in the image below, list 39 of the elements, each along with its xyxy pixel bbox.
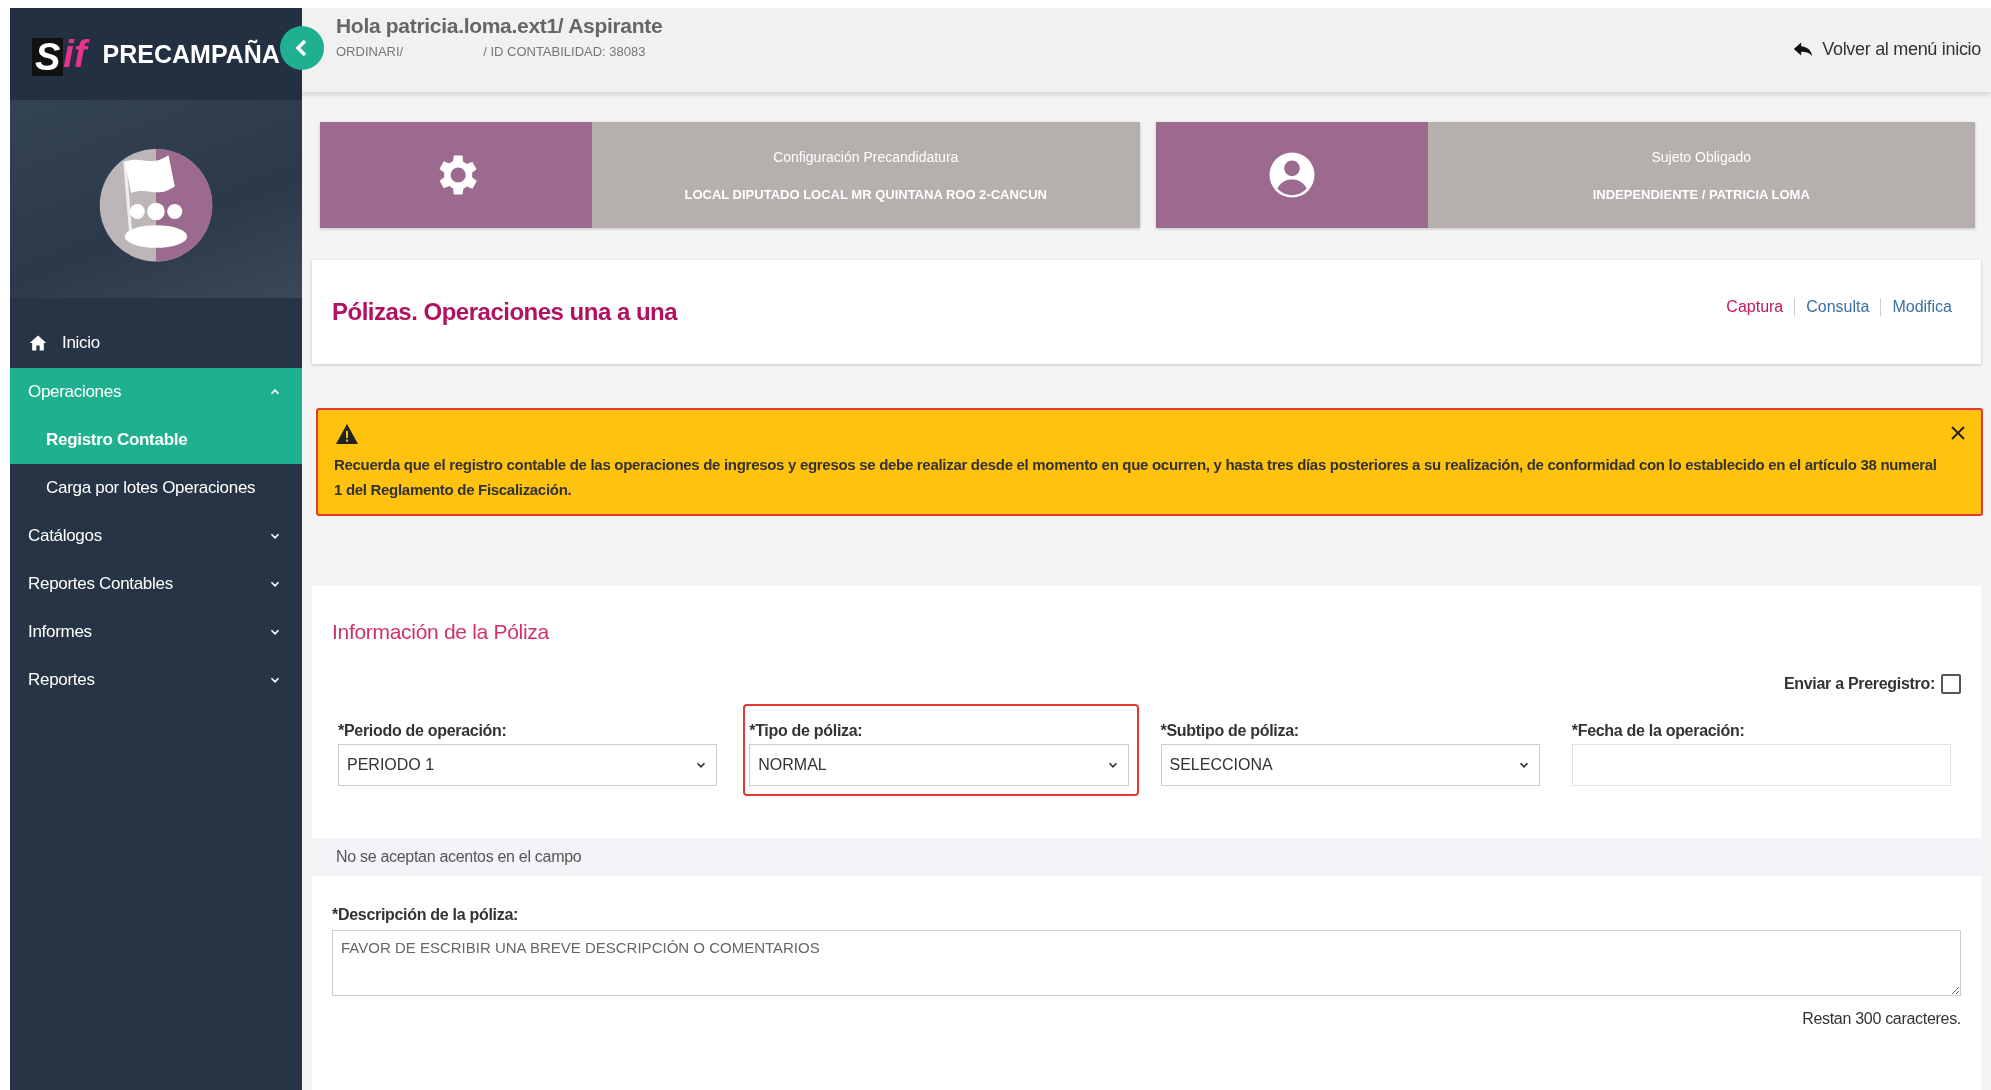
tab-link[interactable]: Captura [1715,298,1795,316]
select-field[interactable]: SELECCIONA [1160,744,1540,786]
nav-subitem[interactable]: Carga por lotes Operaciones [10,464,302,512]
nav-item[interactable]: Reportes [10,656,302,704]
field-label: *Tipo de póliza: [749,722,864,740]
home-icon [28,333,48,353]
nav-item[interactable]: Informes [10,608,302,656]
warning-icon [334,422,360,446]
back-link[interactable]: Volver al menú inicio [1792,38,1981,60]
collapse-button[interactable] [280,26,324,70]
field-label: *Descripción de la póliza: [332,906,520,924]
nav-item[interactable]: Reportes Contables [10,560,302,608]
card-value: LOCAL DIPUTADO LOCAL MR QUINTANA ROO 2-CANCUN [684,186,1047,202]
card-title: Configuración Precandidatura [773,148,959,165]
account-id-text: / ID CONTABILIDAD: 38083 [483,44,646,59]
card-value: INDEPENDIENTE / PATRICIA LOMA [1592,186,1810,202]
tab-link[interactable]: Consulta [1794,298,1881,316]
field-label: *Periodo de operación: [338,722,508,740]
account-type-text: ORDINARI/ [336,44,404,59]
select-field[interactable]: PERIODO 1 [338,744,718,786]
close-icon [1949,424,1967,442]
character-counter: Restan 300 caracteres. [1801,1010,1961,1028]
field-label: *Subtipo de póliza: [1160,722,1300,740]
alert-message: Recuerda que el registro contable de las operaciones de ingresos y egresos se debe realizar desde el momento en que ocurren, y hasta tres días posteriores a su realización, de conformidad con lo establecido en el artículo 38 numeral 1 del Reglamento de Fiscalización. [334,455,1938,500]
section-title: Información de la Póliza [332,620,550,644]
preregistro-checkbox[interactable] [1941,674,1961,694]
nav-item[interactable]: Inicio [10,318,302,368]
checkbox-label: Enviar a Preregistro: [1783,675,1935,693]
description-field[interactable]: FAVOR DE ESCRIBIR UNA BREVE DESCRIPCIÓN O COMENTARIOS [332,930,1961,996]
brand-title: PRECAMPAÑA [102,39,280,69]
nav-item[interactable]: Catálogos [10,512,302,560]
greeting-text: Hola patricia.loma.ext1/ Aspirante [336,14,663,38]
field-label: *Fecha de la operación: [1571,722,1746,740]
page-title: Pólizas. Operaciones una a una [332,298,678,326]
hint-text: No se aceptan acentos en el campo [312,838,1981,876]
date-field[interactable] [1571,744,1951,786]
select-field[interactable]: NORMAL [749,744,1129,786]
tab-link[interactable]: Modifica [1880,298,1963,316]
card-title: Sujeto Obligado [1651,148,1752,165]
